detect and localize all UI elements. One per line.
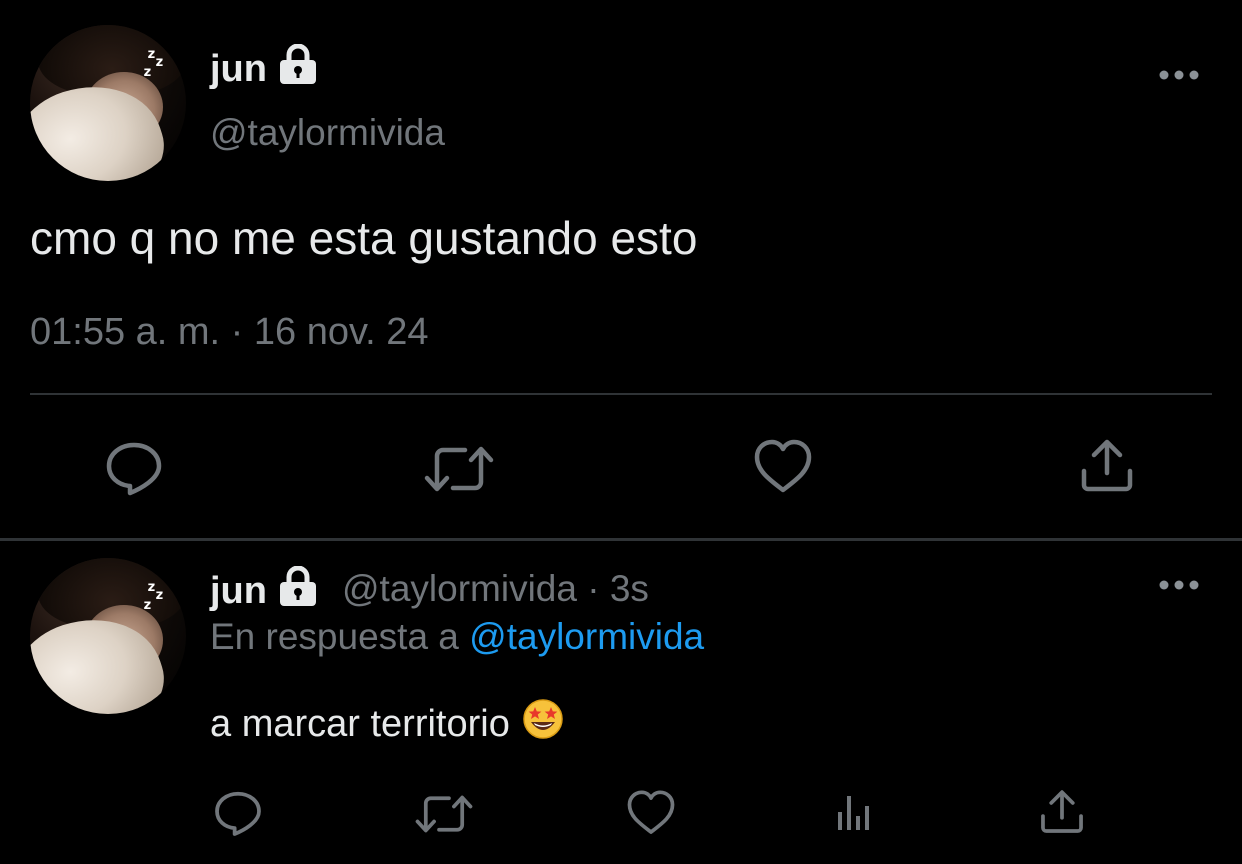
handle[interactable]: @taylormivida	[210, 112, 445, 154]
tweet-thread: zzz jun @taylormivida cmo q no me esta g…	[0, 0, 1242, 864]
in-reply-to: En respuesta a @taylormivida	[210, 616, 704, 658]
lock-icon	[277, 43, 319, 94]
sleep-zzz-icon: zzz	[143, 46, 165, 80]
lock-icon	[277, 565, 319, 616]
display-name[interactable]: jun	[210, 570, 267, 613]
in-reply-prefix: En respuesta a	[210, 616, 470, 657]
share-icon[interactable]	[1078, 437, 1136, 500]
reply-text: a marcar territorio	[210, 702, 510, 745]
display-name[interactable]: jun	[210, 48, 267, 91]
star-struck-emoji-icon	[522, 698, 564, 750]
like-icon[interactable]	[752, 438, 814, 501]
retweet-icon[interactable]	[423, 440, 495, 503]
timestamp[interactable]: 01:55 a. m. · 16 nov. 24	[30, 311, 429, 354]
retweet-icon[interactable]	[414, 790, 474, 843]
tweet-text: cmo q no me esta gustando esto	[30, 212, 698, 264]
reply-icon[interactable]	[103, 437, 165, 504]
reply-text-row: a marcar territorio	[210, 698, 564, 750]
display-name-row[interactable]: jun	[210, 565, 319, 616]
sleep-zzz-icon: zzz	[143, 579, 165, 613]
avatar[interactable]: zzz	[30, 558, 186, 714]
reply-icon[interactable]	[212, 787, 264, 844]
display-name-row[interactable]: jun	[210, 43, 319, 94]
analytics-icon[interactable]	[834, 790, 878, 839]
like-icon[interactable]	[625, 789, 677, 842]
mention-link[interactable]: @taylormivida	[469, 616, 704, 657]
divider	[30, 393, 1212, 395]
more-options-icon[interactable]	[1158, 578, 1200, 597]
more-options-icon[interactable]	[1158, 68, 1200, 87]
section-divider	[0, 538, 1242, 541]
main-tweet[interactable]: zzz jun @taylormivida cmo q no me esta g…	[0, 0, 1242, 540]
avatar[interactable]: zzz	[30, 25, 186, 181]
share-icon[interactable]	[1038, 788, 1086, 841]
handle-and-time[interactable]: @taylormivida · 3s	[342, 568, 649, 610]
